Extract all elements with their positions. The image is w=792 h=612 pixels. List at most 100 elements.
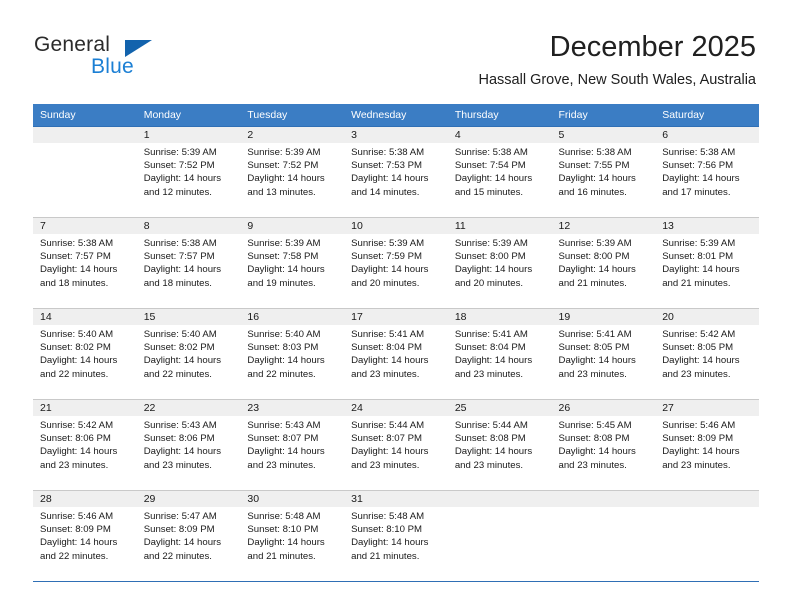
sunrise-text: Sunrise: 5:43 AM xyxy=(247,420,321,431)
sunset-text: Sunset: 7:56 PM xyxy=(662,160,734,172)
sunset-text: Sunset: 8:01 PM xyxy=(662,251,734,263)
daylight-text-line1: Daylight: 14 hours xyxy=(454,446,533,458)
daylight-text-line2: and 22 minutes. xyxy=(40,550,109,562)
calendar-day-cell[interactable]: 23 Sunrise: 5:43 AM Sunset: 8:07 PM Dayligh… xyxy=(240,399,345,491)
day-sun-info: Sunrise: 5:38 AM Sunset: 7:54 PM Daylight:… xyxy=(448,143,552,199)
day-number: 21 xyxy=(33,400,137,416)
calendar-day-cell[interactable]: 3 Sunrise: 5:38 AM Sunset: 7:53 PM Daylight… xyxy=(344,126,448,218)
sunset-text: Sunset: 8:10 PM xyxy=(351,524,423,536)
sunrise-text: Sunrise: 5:41 AM xyxy=(351,329,425,340)
daylight-text-line1: Daylight: 14 hours xyxy=(558,173,636,185)
day-sun-info: Sunrise: 5:48 AM Sunset: 8:10 PM Daylight:… xyxy=(240,507,344,563)
calendar-day-cell[interactable]: 16 Sunrise: 5:40 AM Sunset: 8:03 PM Dayligh… xyxy=(240,308,345,400)
calendar-week-row: 7 Sunrise: 5:38 AM Sunset: 7:57 PM Daylight… xyxy=(33,217,759,309)
calendar-day-cell[interactable]: 7 Sunrise: 5:38 AM Sunset: 7:57 PM Daylight… xyxy=(33,217,137,309)
sunset-text: Sunset: 8:09 PM xyxy=(40,524,111,536)
day-number: 31 xyxy=(344,491,448,507)
calendar-day-cell[interactable]: 30 Sunrise: 5:48 AM Sunset: 8:10 PM Dayligh… xyxy=(240,490,345,582)
calendar-day-cell[interactable]: 2 Sunrise: 5:39 AM Sunset: 7:52 PM Daylight… xyxy=(240,126,345,218)
daylight-text-line1: Daylight: 14 hours xyxy=(351,173,429,185)
daylight-text-line1: Daylight: 14 hours xyxy=(454,264,533,276)
daylight-text-line2: and 14 minutes. xyxy=(351,186,420,198)
sunset-text: Sunset: 8:02 PM xyxy=(40,342,111,354)
calendar-day-cell[interactable]: 20 Sunrise: 5:42 AM Sunset: 8:05 PM Dayligh… xyxy=(655,308,759,400)
day-sun-info: Sunrise: 5:38 AM Sunset: 7:53 PM Daylight:… xyxy=(344,143,448,199)
sunset-text: Sunset: 8:08 PM xyxy=(454,433,526,445)
daylight-text-line1: Daylight: 14 hours xyxy=(143,173,222,185)
calendar-day-cell[interactable]: 31 Sunrise: 5:48 AM Sunset: 8:10 PM Dayligh… xyxy=(344,490,448,582)
calendar-day-cell[interactable]: 4 Sunrise: 5:38 AM Sunset: 7:54 PM Daylight… xyxy=(447,126,552,218)
weekday-header-thursday: Thursday xyxy=(447,104,552,127)
calendar-day-cell[interactable]: 11 Sunrise: 5:39 AM Sunset: 8:00 PM Dayligh… xyxy=(447,217,552,309)
calendar-table: Sunday Monday Tuesday Wednesday Thursday Frid… xyxy=(33,104,759,582)
weekday-header-monday: Monday xyxy=(136,104,241,127)
calendar-day-cell[interactable]: 25 Sunrise: 5:44 AM Sunset: 8:08 PM Dayligh… xyxy=(447,399,552,491)
sunset-text: Sunset: 7:52 PM xyxy=(143,160,215,172)
generalblue-logo[interactable]: General Blue xyxy=(34,33,184,81)
calendar-day-cell[interactable]: 6 Sunrise: 5:38 AM Sunset: 7:56 PM Daylight… xyxy=(655,126,759,218)
daylight-text-line1: Daylight: 14 hours xyxy=(351,446,429,458)
daylight-text-line2: and 23 minutes. xyxy=(662,368,731,380)
daylight-text-line2: and 23 minutes. xyxy=(247,459,316,471)
calendar-day-cell[interactable]: 14 Sunrise: 5:40 AM Sunset: 8:02 PM Dayligh… xyxy=(33,308,137,400)
calendar-day-cell[interactable]: 21 Sunrise: 5:42 AM Sunset: 8:06 PM Dayligh… xyxy=(33,399,137,491)
calendar-day-cell[interactable]: 10 Sunrise: 5:39 AM Sunset: 7:59 PM Dayligh… xyxy=(344,217,448,309)
calendar-day-cell[interactable]: 22 Sunrise: 5:43 AM Sunset: 8:06 PM Dayligh… xyxy=(136,399,241,491)
day-number: 14 xyxy=(33,309,137,325)
calendar-header-row: Sunday Monday Tuesday Wednesday Thursday Frid… xyxy=(33,104,759,127)
calendar-day-cell[interactable]: 18 Sunrise: 5:41 AM Sunset: 8:04 PM Dayligh… xyxy=(447,308,552,400)
sunrise-text: Sunrise: 5:48 AM xyxy=(247,511,321,522)
sunset-text: Sunset: 7:58 PM xyxy=(247,251,319,263)
day-sun-info: Sunrise: 5:41 AM Sunset: 8:04 PM Daylight:… xyxy=(344,325,448,381)
calendar-day-cell[interactable]: 27 Sunrise: 5:46 AM Sunset: 8:09 PM Dayligh… xyxy=(655,399,759,491)
calendar-day-cell[interactable]: 19 Sunrise: 5:41 AM Sunset: 8:05 PM Dayligh… xyxy=(551,308,656,400)
calendar-day-cell[interactable]: 12 Sunrise: 5:39 AM Sunset: 8:00 PM Dayligh… xyxy=(551,217,656,309)
sunrise-text: Sunrise: 5:38 AM xyxy=(662,147,736,158)
calendar-day-cell[interactable]: 29 Sunrise: 5:47 AM Sunset: 8:09 PM Dayligh… xyxy=(136,490,241,582)
day-number: 17 xyxy=(344,309,448,325)
sunrise-text: Sunrise: 5:41 AM xyxy=(558,329,632,340)
day-sun-info: Sunrise: 5:45 AM Sunset: 8:08 PM Daylight:… xyxy=(552,416,656,472)
calendar-day-cell[interactable]: 17 Sunrise: 5:41 AM Sunset: 8:04 PM Dayligh… xyxy=(344,308,448,400)
calendar-week-row: 21 Sunrise: 5:42 AM Sunset: 8:06 PM Dayligh… xyxy=(33,399,759,491)
daylight-text-line1: Daylight: 14 hours xyxy=(143,537,222,549)
calendar-week-row: 28 Sunrise: 5:46 AM Sunset: 8:09 PM Dayligh… xyxy=(33,490,759,582)
calendar-day-cell[interactable]: 5 Sunrise: 5:38 AM Sunset: 7:55 PM Daylight… xyxy=(551,126,656,218)
daylight-text-line2: and 21 minutes. xyxy=(351,550,420,562)
daylight-text-line1: Daylight: 14 hours xyxy=(40,446,118,458)
day-number xyxy=(33,127,137,143)
daylight-text-line2: and 22 minutes. xyxy=(40,368,109,380)
sunrise-text: Sunrise: 5:38 AM xyxy=(454,147,528,158)
day-number xyxy=(655,491,759,507)
calendar-day-cell[interactable]: 26 Sunrise: 5:45 AM Sunset: 8:08 PM Dayligh… xyxy=(551,399,656,491)
day-sun-info: Sunrise: 5:48 AM Sunset: 8:10 PM Daylight:… xyxy=(344,507,448,563)
page-header: General Blue December 2025 Hassall Grove… xyxy=(0,0,792,100)
calendar-day-cell[interactable]: 1 Sunrise: 5:39 AM Sunset: 7:52 PM Daylight… xyxy=(136,126,241,218)
day-number: 15 xyxy=(136,309,241,325)
day-number: 10 xyxy=(344,218,448,234)
sunset-text: Sunset: 8:07 PM xyxy=(351,433,423,445)
calendar-day-cell[interactable]: 9 Sunrise: 5:39 AM Sunset: 7:58 PM Daylight… xyxy=(240,217,345,309)
sunset-text: Sunset: 7:54 PM xyxy=(454,160,526,172)
calendar-day-cell-empty xyxy=(551,490,656,582)
calendar-day-cell[interactable]: 28 Sunrise: 5:46 AM Sunset: 8:09 PM Dayligh… xyxy=(33,490,137,582)
daylight-text-line1: Daylight: 14 hours xyxy=(454,173,533,185)
sunset-text: Sunset: 8:05 PM xyxy=(662,342,734,354)
calendar-page: General Blue December 2025 Hassall Grove… xyxy=(0,0,792,612)
calendar-day-cell[interactable]: 8 Sunrise: 5:38 AM Sunset: 7:57 PM Daylight… xyxy=(136,217,241,309)
day-number: 8 xyxy=(136,218,241,234)
calendar-day-cell[interactable]: 13 Sunrise: 5:39 AM Sunset: 8:01 PM Dayligh… xyxy=(655,217,759,309)
calendar-day-cell[interactable]: 15 Sunrise: 5:40 AM Sunset: 8:02 PM Dayligh… xyxy=(136,308,241,400)
calendar-day-cell-empty xyxy=(33,126,137,218)
daylight-text-line2: and 22 minutes. xyxy=(143,368,212,380)
title-block: December 2025 Hassall Grove, New South W… xyxy=(479,30,757,89)
daylight-text-line2: and 23 minutes. xyxy=(558,459,627,471)
calendar-day-cell[interactable]: 24 Sunrise: 5:44 AM Sunset: 8:07 PM Dayligh… xyxy=(344,399,448,491)
sunrise-text: Sunrise: 5:41 AM xyxy=(454,329,528,340)
sunrise-text: Sunrise: 5:38 AM xyxy=(40,238,114,249)
daylight-text-line2: and 17 minutes. xyxy=(662,186,731,198)
calendar-week-row: 1 Sunrise: 5:39 AM Sunset: 7:52 PM Daylight… xyxy=(33,126,759,218)
day-number: 19 xyxy=(551,309,656,325)
sunset-text: Sunset: 7:57 PM xyxy=(40,251,111,263)
daylight-text-line1: Daylight: 14 hours xyxy=(558,446,636,458)
